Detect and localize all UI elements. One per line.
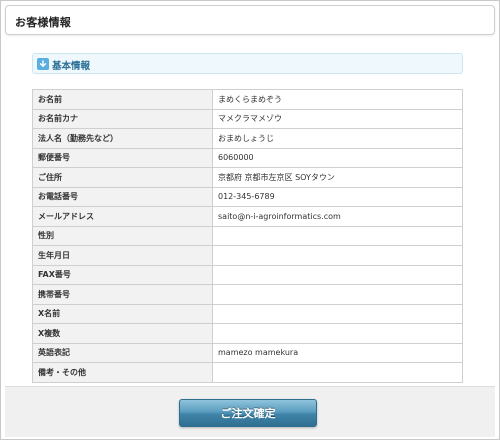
row-label: 備考・その他 [32, 362, 213, 383]
section-header: 基本情報 [32, 53, 463, 74]
table-row: 法人名（勤務先など） おまめしょうじ [32, 128, 463, 149]
row-label: お名前 [32, 89, 213, 110]
row-value: おまめしょうじ [212, 128, 463, 149]
row-value: saito@n-i-agroinformatics.com [212, 206, 463, 227]
table-row: お名前カナ マメクラマメゾウ [32, 108, 463, 129]
row-label: ご住所 [32, 167, 213, 188]
table-row: 携帯番号 [32, 284, 463, 305]
table-row: FAX番号 [32, 264, 463, 285]
table-row: 郵便番号 6060000 [32, 147, 463, 168]
row-label: 郵便番号 [32, 147, 213, 168]
customer-info-table: お名前 まめくらまめぞう お名前カナ マメクラマメゾウ 法人名（勤務先など） おまめしょう… [32, 89, 463, 383]
table-row: 性別 [32, 225, 463, 246]
page-frame: お客様情報 基本情報 お名前 まめくらまめぞう お名前カナ マメクラマメゾウ 法人名（勤… [0, 0, 500, 440]
table-row: お電話番号 012-345-6789 [32, 186, 463, 207]
row-label: 生年月日 [32, 245, 213, 266]
row-label: X名前 [32, 303, 213, 324]
row-value: 6060000 [212, 147, 463, 168]
row-label: FAX番号 [32, 264, 213, 285]
row-label: X複数 [32, 323, 213, 344]
row-label: 英語表記 [32, 342, 213, 363]
page-title: お客様情報 [15, 16, 71, 29]
table-row: X名前 [32, 303, 463, 324]
row-value [212, 362, 463, 383]
table-row: 生年月日 [32, 245, 463, 266]
row-value: マメクラマメゾウ [212, 108, 463, 129]
section-title: 基本情報 [52, 61, 91, 72]
row-value: mamezo mamekura [212, 342, 463, 363]
row-value [212, 264, 463, 285]
download-arrow-icon [37, 58, 49, 70]
row-value: 京都府 京都市左京区 SOYタウン [212, 167, 463, 188]
table-row: メールアドレス saito@n-i-agroinformatics.com [32, 206, 463, 227]
confirm-order-button[interactable]: ご注文確定 [179, 399, 317, 427]
table-row: X複数 [32, 323, 463, 344]
table-row: お名前 まめくらまめぞう [32, 89, 463, 110]
row-label: お電話番号 [32, 186, 213, 207]
row-value: まめくらまめぞう [212, 89, 463, 110]
row-label: 携帯番号 [32, 284, 213, 305]
row-label: メールアドレス [32, 206, 213, 227]
table-row: ご住所 京都府 京都市左京区 SOYタウン [32, 167, 463, 188]
row-value [212, 245, 463, 266]
row-label: 法人名（勤務先など） [32, 128, 213, 149]
footer-bar: ご注文確定 [5, 386, 495, 437]
row-label: 性別 [32, 225, 213, 246]
row-value: 012-345-6789 [212, 186, 463, 207]
table-row: 英語表記 mamezo mamekura [32, 342, 463, 363]
page-header: お客様情報 [5, 5, 495, 35]
row-value [212, 225, 463, 246]
row-label: お名前カナ [32, 108, 213, 129]
row-value [212, 303, 463, 324]
table-row: 備考・その他 [32, 362, 463, 383]
row-value [212, 323, 463, 344]
row-value [212, 284, 463, 305]
